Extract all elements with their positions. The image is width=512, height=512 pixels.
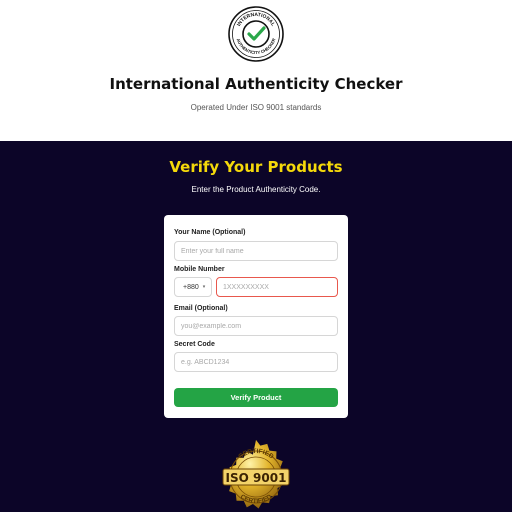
mobile-label: Mobile Number [174, 266, 225, 273]
email-input[interactable] [174, 316, 338, 336]
iso-certified-seal-icon: ISO 9001 CERTIFIED CERTIFIED [222, 439, 290, 509]
page-title: International Authenticity Checker [109, 75, 403, 93]
secret-code-input[interactable] [174, 352, 338, 372]
verify-subtitle: Enter the Product Authenticity Code. [191, 185, 321, 194]
verify-section: Verify Your Products Enter the Product A… [0, 141, 512, 512]
verify-product-button[interactable]: Verify Product [174, 388, 338, 407]
name-input[interactable] [174, 241, 338, 261]
check-seal-icon: INTERNATIONAL AUTHENTICITY CHECKER [228, 6, 284, 62]
header: INTERNATIONAL AUTHENTICITY CHECKER Inter… [0, 0, 512, 141]
verify-title: Verify Your Products [169, 158, 343, 176]
country-code-value: +880 [183, 283, 199, 291]
page-subtitle: Operated Under ISO 9001 standards [190, 103, 322, 112]
mobile-input[interactable] [216, 277, 338, 297]
country-code-select[interactable]: +880 ▾ [174, 277, 212, 297]
secret-code-label: Secret Code [174, 341, 215, 348]
email-label: Email (Optional) [174, 305, 228, 312]
verify-form-card: Your Name (Optional) Mobile Number +880 … [164, 215, 348, 418]
chevron-down-icon: ▾ [202, 284, 206, 290]
svg-text:ISO 9001: ISO 9001 [226, 471, 287, 485]
name-label: Your Name (Optional) [174, 229, 246, 236]
